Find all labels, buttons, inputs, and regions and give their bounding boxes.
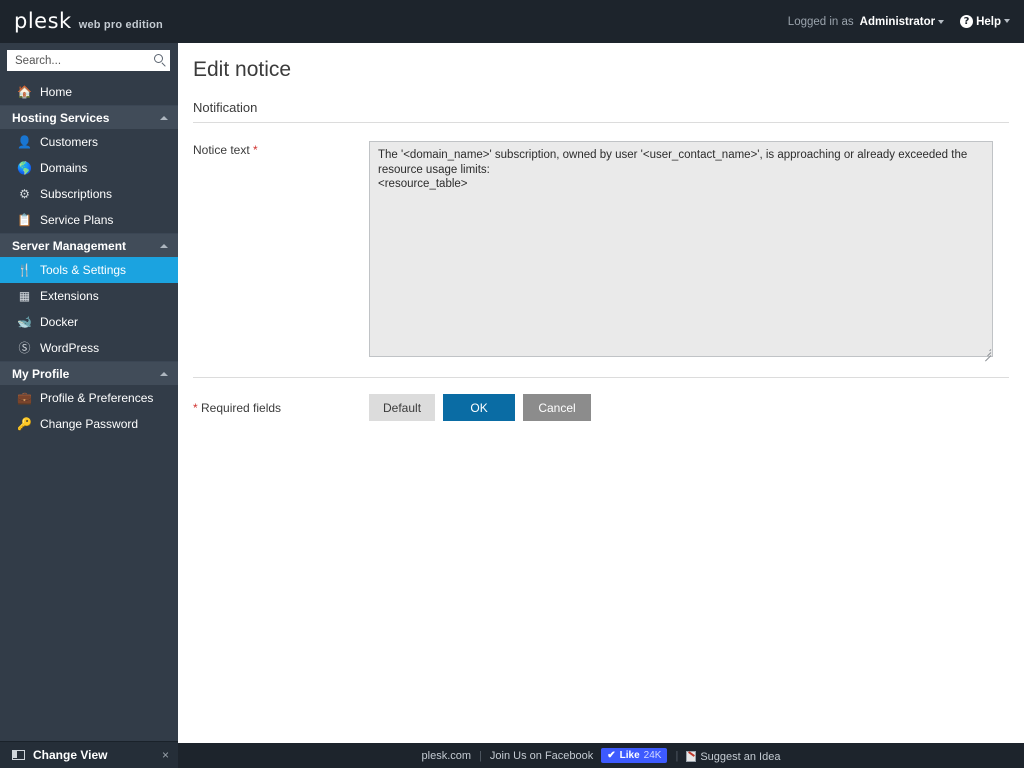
page-title: Edit notice: [193, 58, 292, 81]
sidebar-item-tools-and-settings[interactable]: 🍴 Tools & Settings: [0, 257, 178, 283]
default-button[interactable]: Default: [369, 394, 436, 421]
chevron-up-icon: [160, 115, 168, 120]
footer: plesk.com | Join Us on Facebook ✔ Like 2…: [178, 743, 1024, 768]
gear-icon: ⚙: [19, 187, 30, 201]
notice-text-label: Notice text *: [193, 141, 369, 157]
suggest-an-idea-link[interactable]: Suggest an Idea: [686, 749, 780, 763]
user-icon: 👤: [17, 135, 32, 149]
logo-edition-label: web pro edition: [78, 19, 163, 31]
required-asterisk: *: [193, 400, 198, 415]
idea-icon: [686, 750, 697, 762]
whale-icon: 🐋: [17, 315, 32, 329]
required-fields-note: * Required fields: [193, 401, 369, 415]
notice-text-input[interactable]: [369, 141, 993, 357]
plesk-com-link[interactable]: plesk.com: [422, 750, 472, 762]
sidebar-item-label: Subscriptions: [40, 187, 113, 201]
chevron-down-icon: [938, 19, 945, 24]
close-icon[interactable]: ×: [162, 748, 169, 762]
footer-separator: |: [479, 749, 482, 762]
footer-separator: |: [675, 749, 679, 762]
home-icon: 🏠: [17, 84, 32, 99]
change-view-label: Change View: [33, 748, 108, 762]
sidebar-item-label: Domains: [40, 161, 88, 175]
logged-in-as-label: Logged in as: [787, 15, 854, 28]
form-actions-row: * Required fields Default OK Cancel: [193, 378, 1009, 421]
chevron-down-icon: [1004, 18, 1010, 23]
section-title-notification: Notification: [193, 100, 1009, 123]
sidebar-item-label: Docker: [40, 315, 79, 329]
chevron-up-icon: [160, 371, 168, 376]
notice-textarea-wrapper: [369, 141, 993, 362]
sidebar-item-customers[interactable]: 👤 Customers: [0, 129, 178, 155]
check-icon: ✔: [607, 750, 616, 761]
sidebar-section-title: Server Management: [12, 238, 127, 253]
sidebar-item-wordpress[interactable]: Ⓢ WordPress: [0, 335, 178, 361]
help-label: Help: [976, 15, 1001, 28]
sidebar-item-extensions[interactable]: ▦ Extensions: [0, 283, 178, 309]
help-menu[interactable]: ? Help: [960, 15, 1010, 28]
required-fields-label: Required fields: [201, 400, 282, 415]
sidebar-item-label: Home: [40, 84, 73, 99]
search-input[interactable]: [13, 51, 153, 70]
sidebar-section-my-profile[interactable]: My Profile: [0, 361, 178, 385]
required-asterisk: *: [253, 143, 258, 157]
sidebar-item-change-password[interactable]: 🔑 Change Password: [0, 411, 178, 437]
sidebar-item-label: Service Plans: [40, 213, 114, 227]
sidebar-item-label: Tools & Settings: [40, 263, 127, 277]
sidebar-section-hosting-services[interactable]: Hosting Services: [0, 105, 178, 129]
id-card-icon: 💼: [17, 391, 32, 405]
notice-text-label-text: Notice text: [193, 143, 250, 157]
ok-button[interactable]: OK: [443, 394, 516, 421]
sidebar-item-domains[interactable]: 🌎 Domains: [0, 155, 178, 181]
notice-text-form-row: Notice text *: [193, 141, 1009, 362]
chevron-up-icon: [160, 243, 168, 248]
sidebar-item-label: Profile & Preferences: [40, 391, 154, 405]
top-bar: plesk web pro edition Logged in as Admin…: [0, 0, 1024, 46]
top-bar-right: Logged in as Administrator ? Help: [788, 15, 1010, 28]
sidebar-item-home[interactable]: 🏠 Home: [0, 78, 178, 105]
search-box[interactable]: [7, 50, 170, 71]
sidebar-item-docker[interactable]: 🐋 Docker: [0, 309, 178, 335]
question-circle-icon: ?: [960, 15, 974, 28]
sidebar-item-label: Customers: [40, 135, 99, 149]
like-label: Like: [619, 750, 640, 761]
key-icon: 🔑: [17, 417, 32, 431]
sidebar-search-row: [0, 43, 178, 78]
clipboard-icon: 📋: [17, 213, 32, 227]
sidebar-item-label: Change Password: [40, 417, 139, 431]
change-view-bar[interactable]: Change View ×: [0, 741, 178, 768]
tools-icon: 🍴: [17, 263, 32, 277]
sidebar-item-label: WordPress: [40, 341, 100, 355]
plesk-logo[interactable]: plesk web pro edition: [13, 9, 163, 46]
wordpress-icon: Ⓢ: [18, 341, 31, 355]
layout-icon: [12, 750, 25, 760]
suggest-an-idea-label[interactable]: Suggest an Idea: [700, 751, 780, 763]
blocks-icon: ▦: [18, 289, 31, 303]
sidebar-item-label: Extensions: [40, 289, 99, 303]
sidebar-section-server-management[interactable]: Server Management: [0, 233, 178, 257]
search-icon[interactable]: [154, 54, 163, 63]
sidebar-item-subscriptions[interactable]: ⚙ Subscriptions: [0, 181, 178, 207]
main-content: Edit notice Notification Notice text * *…: [178, 43, 1024, 743]
user-name-label: Administrator: [859, 15, 936, 28]
like-count: 24K: [643, 750, 662, 761]
logo-text: plesk: [14, 9, 72, 33]
sidebar-section-title: My Profile: [12, 366, 70, 381]
join-us-on-facebook-link[interactable]: Join Us on Facebook: [490, 750, 593, 762]
sidebar-section-title: Hosting Services: [12, 110, 110, 125]
sidebar: 🏠 Home Hosting Services 👤 Customers 🌎 Do…: [0, 43, 178, 768]
cancel-button[interactable]: Cancel: [523, 394, 592, 421]
sidebar-item-profile-preferences[interactable]: 💼 Profile & Preferences: [0, 385, 178, 411]
globe-icon: 🌎: [17, 161, 32, 175]
sidebar-item-service-plans[interactable]: 📋 Service Plans: [0, 207, 178, 233]
facebook-like-button[interactable]: ✔ Like 24K: [601, 748, 668, 763]
user-menu[interactable]: Administrator: [859, 15, 945, 28]
